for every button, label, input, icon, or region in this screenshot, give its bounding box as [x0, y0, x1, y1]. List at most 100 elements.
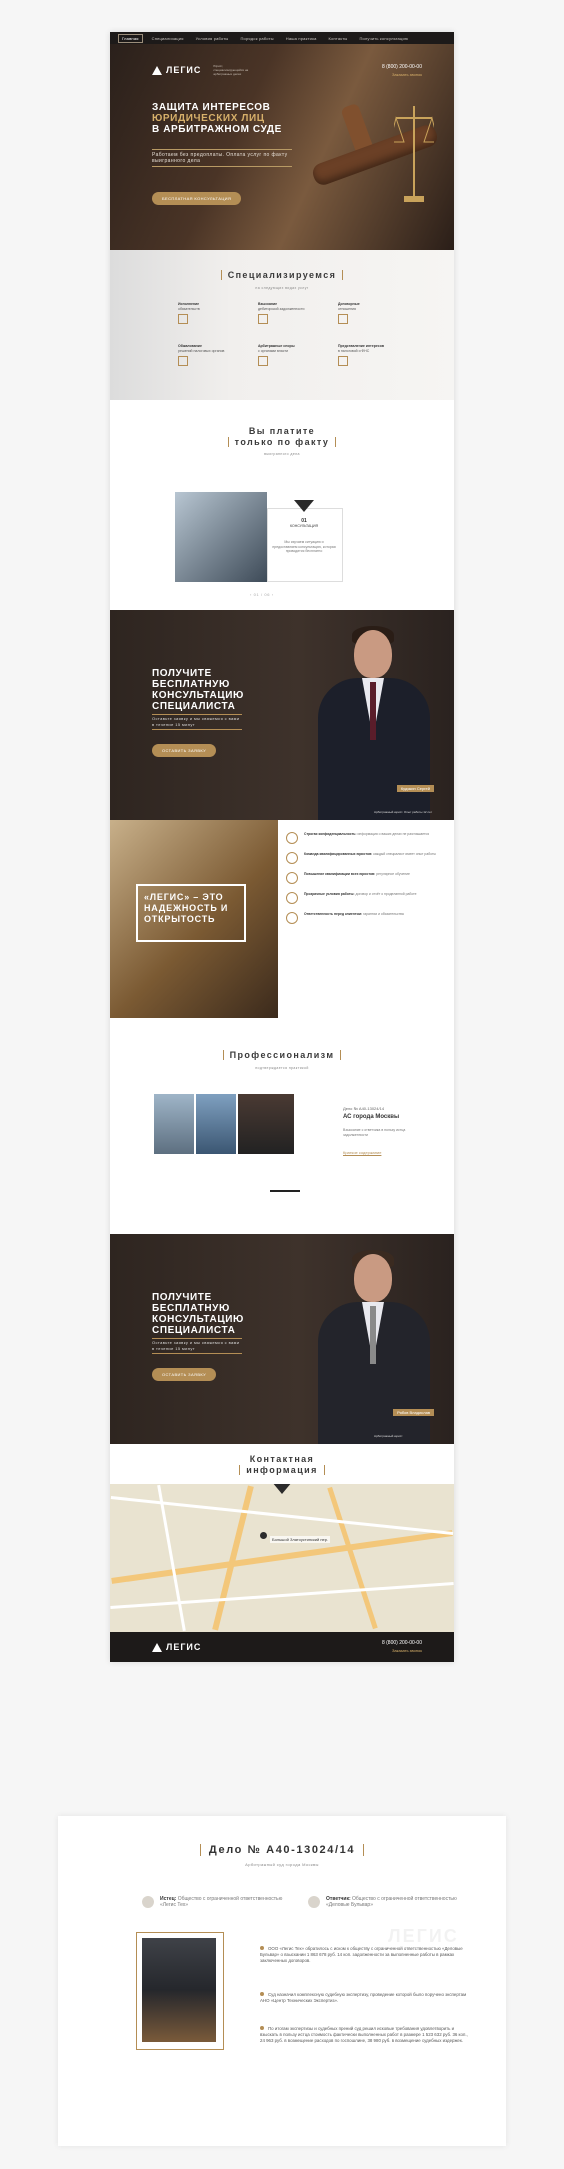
trust-banner: «Легис» – это надежность и открытость: [136, 884, 246, 942]
case-text: Взыскание с ответчика в пользу истца зад…: [343, 1128, 406, 1137]
map[interactable]: Большой Златоустинский пер.: [110, 1484, 454, 1632]
hero-title: Защита интересов юридических лиц в арбит…: [152, 102, 342, 135]
hero-title-line1: Защита интересов: [152, 102, 271, 113]
court-building-photo: [142, 1938, 216, 2042]
hero-subtitle: Работаем без предоплаты. Оплата услуг по…: [152, 149, 292, 167]
contract-icon: [338, 314, 348, 324]
service-item[interactable]: Договорные отношения: [338, 302, 398, 324]
leave-request-button[interactable]: Оставить заявку: [152, 1368, 217, 1381]
header-contact: 8 (800) 200-00-00 Заказать звонок: [382, 64, 422, 78]
service-text: решений налоговых органов: [178, 348, 225, 353]
service-item[interactable]: Обжалование решений налоговых органов: [178, 344, 238, 366]
service-text: отношения: [338, 306, 356, 311]
hero-section: ЛЕГИС Юрист, специализирующийся на арбит…: [110, 44, 454, 250]
nav-item-process[interactable]: Порядок работы: [237, 35, 276, 42]
defendant: Ответчик: Общество с ограниченной ответс…: [308, 1896, 458, 1908]
lawyer-desc: Арбитражный юрист. Опыт работы 12 лет: [374, 810, 433, 814]
footer-logo-name: ЛЕГИС: [166, 1642, 202, 1652]
service-text: с органами власти: [258, 348, 289, 353]
trust-section: «Легис» – это надежность и открытость Ст…: [110, 820, 454, 1018]
spec-subtitle: на следующих видах услуг: [255, 286, 309, 290]
service-text: дебиторской задолженности: [258, 306, 305, 311]
spec-title: Специализируемся: [110, 270, 454, 280]
header-phone[interactable]: 8 (800) 200-00-00: [382, 64, 422, 71]
prof-title: Профессионализм: [110, 1050, 454, 1060]
step-pager[interactable]: ‹ 01 / 06 ›: [250, 592, 274, 597]
consult-subtitle: Оставьте заявку и мы свяжемся с вами в т…: [152, 714, 242, 730]
lock-icon: [286, 832, 298, 844]
consultation-section-2: Получите бесплатную консультацию специал…: [110, 1234, 454, 1444]
building-photo-2: [196, 1094, 236, 1154]
building-photo-3: [238, 1094, 294, 1154]
detail-title: Дело № А40-13024/14: [58, 1844, 506, 1856]
growth-icon: [286, 872, 298, 884]
logo-triangle-icon: [152, 65, 162, 75]
logo-name: ЛЕГИС: [166, 65, 202, 75]
document-icon: [178, 314, 188, 324]
lawyer-name: Рябов Владислав: [393, 1409, 434, 1416]
pay-section: Вы платите только по факту выигранного д…: [110, 400, 454, 610]
case-court: АС города Москвы: [343, 1114, 400, 1120]
hero-title-line2: юридических лиц: [152, 113, 265, 124]
map-marker-icon: [272, 1484, 292, 1494]
prof-subtitle: подтверждается практикой: [255, 1066, 309, 1070]
building-photo-1: [154, 1094, 194, 1154]
nav-item-consultation[interactable]: Получить консультацию: [356, 35, 411, 42]
eye-icon: [286, 892, 298, 904]
service-item[interactable]: Исполнение обязательств: [178, 302, 238, 324]
specialization-section: Специализируемся на следующих видах услу…: [110, 250, 454, 400]
trust-item: Строгая конфиденциальность: информация о…: [286, 832, 436, 844]
nav-item-home[interactable]: Главная: [118, 33, 143, 43]
gavel-icon: [258, 356, 268, 366]
team-icon: [286, 852, 298, 864]
meeting-photo: [175, 492, 267, 582]
top-nav: Главная Специализация Условия работы Пор…: [110, 32, 454, 44]
step-number: 01 КОНСУЛЬТАЦИЯ: [290, 518, 318, 528]
consult-subtitle: Оставьте заявку и мы свяжемся с вами в т…: [152, 1338, 242, 1354]
footer-logo[interactable]: ЛЕГИС: [152, 1642, 201, 1652]
hero-title-line3: в арбитражном суде: [152, 124, 282, 135]
lawyer-name: Кудякин Сергей: [396, 785, 434, 792]
shield-icon: [286, 912, 298, 924]
lawyer-desc: Арбитражный юрист: [374, 1434, 403, 1438]
slider-indicator[interactable]: [270, 1190, 300, 1192]
footer-callback-link[interactable]: Заказать звонок: [382, 1647, 422, 1654]
user-icon: [308, 1896, 320, 1908]
case-number: Дело № А40-13024/14: [343, 1106, 385, 1111]
lawyer-photo: Рябов Владислав Арбитражный юрист: [314, 1244, 434, 1444]
building-icon: [338, 356, 348, 366]
leave-request-button[interactable]: Оставить заявку: [152, 744, 217, 757]
pay-subtitle: выигранного дела: [264, 452, 300, 456]
consultation-section-1: Получите бесплатную консультацию специал…: [110, 610, 454, 820]
service-item[interactable]: Арбитражные споры с органами власти: [258, 344, 318, 366]
trust-item: Ответственность перед клиентом: гарантии…: [286, 912, 436, 924]
footer-phone[interactable]: 8 (800) 200-00-00: [382, 1640, 422, 1647]
landing-page: Главная Специализация Условия работы Пор…: [110, 32, 454, 1662]
step-marker-icon: [294, 500, 314, 512]
footer-contact: 8 (800) 200-00-00 Заказать звонок: [382, 1640, 422, 1654]
consult-title: Получите бесплатную консультацию специал…: [152, 668, 244, 712]
header-callback-link[interactable]: Заказать звонок: [382, 71, 422, 78]
professionalism-section: Профессионализм подтверждается практикой…: [110, 1018, 454, 1234]
plaintiff: Истец: Общество с ограниченной ответстве…: [142, 1896, 292, 1908]
nav-item-practice[interactable]: Наша практика: [283, 35, 320, 42]
contact-title: Контактная информация: [110, 1454, 454, 1476]
service-text: в налоговой и ФНС: [338, 348, 370, 353]
trust-item: Прозрачные условия работы: договор и отч…: [286, 892, 436, 904]
footer: ЛЕГИС 8 (800) 200-00-00 Заказать звонок: [110, 1632, 454, 1662]
free-consultation-button[interactable]: Бесплатная консультация: [152, 192, 242, 205]
nav-item-contacts[interactable]: Контакты: [326, 35, 351, 42]
nav-item-specialization[interactable]: Специализация: [149, 35, 187, 42]
service-item[interactable]: Взыскание дебиторской задолженности: [258, 302, 318, 324]
logo[interactable]: ЛЕГИС Юрист, специализирующийся на арбит…: [152, 64, 249, 76]
case-summary-link[interactable]: Краткое содержание: [343, 1150, 381, 1155]
trust-item: Команда квалифицированных юристов: кажды…: [286, 852, 436, 864]
detail-paragraph: Суд назначил комплексную судебную экспер…: [260, 1992, 467, 2003]
money-icon: [258, 314, 268, 324]
map-address: Большой Златоустинский пер.: [270, 1536, 331, 1543]
location-pin-icon[interactable]: [260, 1532, 267, 1539]
detail-paragraph: По итогам экспертизы и судебных прений с…: [260, 2026, 468, 2043]
service-item[interactable]: Представление интересов в налоговой и ФН…: [338, 344, 398, 366]
service-text: обязательств: [178, 306, 200, 311]
nav-item-terms[interactable]: Условия работы: [193, 35, 232, 42]
